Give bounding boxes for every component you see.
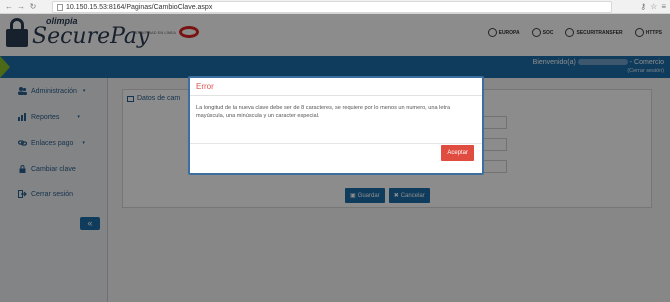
error-dialog: Error La longitud de la nueva clave debe…	[188, 76, 484, 175]
page-icon	[57, 3, 63, 11]
accept-button[interactable]: Aceptar	[441, 145, 474, 161]
browser-toolbar: ← → ↻ 10.150.15.53:8164/Paginas/CambioCl…	[0, 0, 670, 14]
menu-icon[interactable]: ≡	[661, 2, 666, 11]
browser-nav: ← → ↻	[0, 2, 37, 11]
dialog-message: La longitud de la nueva clave debe ser d…	[190, 96, 482, 144]
dialog-title: Error	[190, 78, 482, 96]
browser-right-icons: ⚷ ☆ ≡	[640, 2, 666, 11]
forward-icon[interactable]: →	[17, 2, 25, 11]
reload-icon[interactable]: ↻	[29, 2, 37, 11]
dialog-footer: Aceptar	[441, 145, 474, 161]
address-bar[interactable]: 10.150.15.53:8164/Paginas/CambioClave.as…	[52, 1, 612, 13]
page: ← → ↻ 10.150.15.53:8164/Paginas/CambioCl…	[0, 0, 670, 302]
back-icon[interactable]: ←	[5, 2, 13, 11]
key-icon[interactable]: ⚷	[640, 2, 646, 11]
url-text: 10.150.15.53:8164/Paginas/CambioClave.as…	[66, 3, 213, 11]
star-icon[interactable]: ☆	[650, 2, 657, 11]
